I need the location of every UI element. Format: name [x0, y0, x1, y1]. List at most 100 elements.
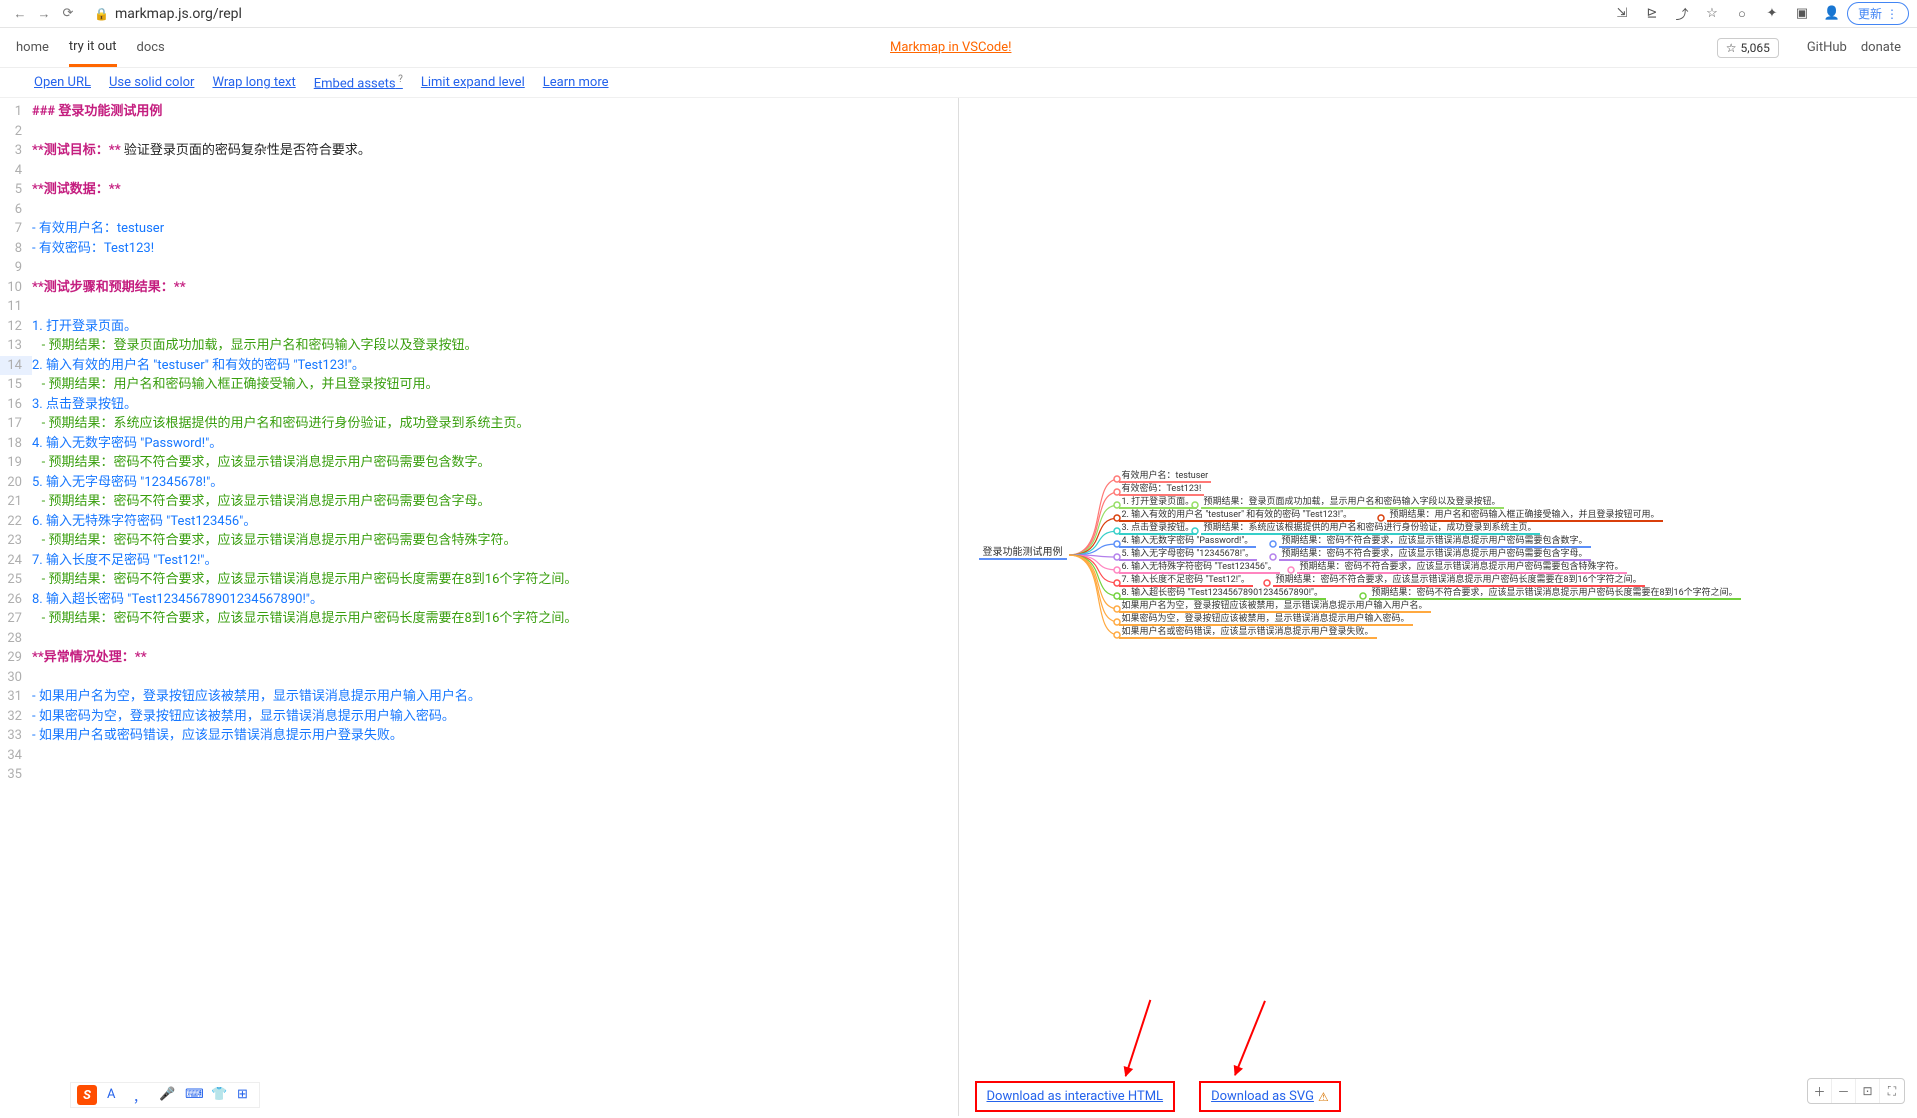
- translate-icon[interactable]: ⊵: [1643, 5, 1661, 23]
- extensions-icon[interactable]: ✦: [1763, 5, 1781, 23]
- line-code: - 预期结果：用户名和密码输入框正确接受输入，并且登录按钮可用。: [32, 375, 958, 395]
- editor-line[interactable]: 184. 输入无数字密码 "Password!"。: [0, 434, 958, 454]
- download-svg-link[interactable]: Download as SVG: [1211, 1089, 1314, 1104]
- editor-line[interactable]: 15 - 预期结果：用户名和密码输入框正确接受输入，并且登录按钮可用。: [0, 375, 958, 395]
- share-icon[interactable]: ⤴: [1673, 5, 1691, 23]
- line-number: 5: [0, 180, 32, 200]
- editor-line[interactable]: 25 - 预期结果：密码不符合要求，应该显示错误消息提示用户密码长度需要在8到1…: [0, 570, 958, 590]
- reload-button[interactable]: ⟳: [58, 4, 78, 24]
- letter-a-icon[interactable]: A: [107, 1087, 123, 1103]
- app-header: home try it out docs Markmap in VSCode! …: [0, 28, 1917, 68]
- vscode-link[interactable]: Markmap in VSCode!: [890, 40, 1011, 55]
- editor-line[interactable]: 27 - 预期结果：密码不符合要求，应该显示错误消息提示用户密码长度需要在8到1…: [0, 609, 958, 629]
- editor-line[interactable]: 32- 如果密码为空，登录按钮应该被禁用，显示错误消息提示用户输入密码。: [0, 707, 958, 727]
- github-stars[interactable]: ☆ 5,065: [1717, 38, 1779, 58]
- back-button[interactable]: ←: [10, 4, 30, 24]
- skin-icon[interactable]: 👕: [211, 1087, 227, 1103]
- editor-line[interactable]: 13 - 预期结果：登录页面成功加载，显示用户名和密码输入字段以及登录按钮。: [0, 336, 958, 356]
- editor-content[interactable]: 1### 登录功能测试用例23**测试目标：** 验证登录页面的密码复杂性是否符…: [0, 98, 958, 1116]
- line-number: 14: [0, 356, 32, 376]
- mindmap-root-node[interactable]: 登录功能测试用例: [979, 543, 1067, 560]
- line-code: 3. 点击登录按钮。: [32, 395, 958, 415]
- editor-line[interactable]: 142. 输入有效的用户名 "testuser" 和有效的密码 "Test123…: [0, 356, 958, 376]
- editor-line[interactable]: 33- 如果用户名或密码错误，应该显示错误消息提示用户登录失败。: [0, 726, 958, 746]
- editor-line[interactable]: 8- 有效密码：Test123!: [0, 239, 958, 259]
- editor-line[interactable]: 34: [0, 746, 958, 766]
- line-code: **测试数据：**: [32, 180, 958, 200]
- forward-button[interactable]: →: [34, 4, 54, 24]
- wrap-text-link[interactable]: Wrap long text: [212, 75, 295, 90]
- panel-icon[interactable]: ▣: [1793, 5, 1811, 23]
- editor-line[interactable]: 163. 点击登录按钮。: [0, 395, 958, 415]
- editor-line[interactable]: 29**异常情况处理：**: [0, 648, 958, 668]
- mindmap-canvas[interactable]: 登录功能测试用例 有效用户名：testuser有效密码：Test123!1. 打…: [959, 98, 1917, 1116]
- line-number: 25: [0, 570, 32, 590]
- editor-line[interactable]: 7- 有效用户名：testuser: [0, 219, 958, 239]
- profile-icon[interactable]: 👤: [1823, 5, 1841, 23]
- editor-line[interactable]: 11: [0, 297, 958, 317]
- line-code: - 预期结果：密码不符合要求，应该显示错误消息提示用户密码长度需要在8到16个字…: [32, 609, 958, 629]
- solid-color-link[interactable]: Use solid color: [109, 75, 194, 90]
- editor-line[interactable]: 28: [0, 629, 958, 649]
- line-number: 18: [0, 434, 32, 454]
- line-number: 7: [0, 219, 32, 239]
- editor-line[interactable]: 247. 输入长度不足密码 "Test12!"。: [0, 551, 958, 571]
- editor-line[interactable]: 9: [0, 258, 958, 278]
- download-html-link[interactable]: Download as interactive HTML: [987, 1089, 1164, 1104]
- editor-line[interactable]: 17 - 预期结果：系统应该根据提供的用户名和密码进行身份验证，成功登录到系统主…: [0, 414, 958, 434]
- donate-link[interactable]: donate: [1861, 40, 1901, 55]
- editor-line[interactable]: 226. 输入无特殊字符密码 "Test123456"。: [0, 512, 958, 532]
- editor-line[interactable]: 4: [0, 161, 958, 181]
- line-number: 15: [0, 375, 32, 395]
- line-number: 22: [0, 512, 32, 532]
- line-number: 31: [0, 687, 32, 707]
- tab-home[interactable]: home: [16, 30, 49, 65]
- editor-line[interactable]: 2: [0, 122, 958, 142]
- update-button[interactable]: 更新 ⋮: [1847, 2, 1909, 25]
- editor-line[interactable]: 19 - 预期结果：密码不符合要求，应该显示错误消息提示用户密码需要包含数字。: [0, 453, 958, 473]
- editor-line[interactable]: 35: [0, 765, 958, 785]
- editor-line[interactable]: 23 - 预期结果：密码不符合要求，应该显示错误消息提示用户密码需要包含特殊字符…: [0, 531, 958, 551]
- line-number: 16: [0, 395, 32, 415]
- line-code: **测试步骤和预期结果：**: [32, 278, 958, 298]
- grid-icon[interactable]: ⊞: [237, 1087, 253, 1103]
- line-code: - 预期结果：密码不符合要求，应该显示错误消息提示用户密码需要包含特殊字符。: [32, 531, 958, 551]
- editor-line[interactable]: 268. 输入超长密码 "Test12345678901234567890!"。: [0, 590, 958, 610]
- editor-line[interactable]: 205. 输入无字母密码 "12345678!"。: [0, 473, 958, 493]
- learn-more-link[interactable]: Learn more: [543, 75, 609, 90]
- editor-line[interactable]: 3**测试目标：** 验证登录页面的密码复杂性是否符合要求。: [0, 141, 958, 161]
- editor-line[interactable]: 6: [0, 200, 958, 220]
- editor-line[interactable]: 10**测试步骤和预期结果：**: [0, 278, 958, 298]
- keyboard-icon[interactable]: ⌨: [185, 1087, 201, 1103]
- editor-line[interactable]: 30: [0, 668, 958, 688]
- open-url-link[interactable]: Open URL: [34, 75, 91, 90]
- line-number: 17: [0, 414, 32, 434]
- line-number: 19: [0, 453, 32, 473]
- sogou-icon[interactable]: S: [77, 1085, 97, 1105]
- github-link[interactable]: GitHub: [1807, 40, 1847, 55]
- circle-icon[interactable]: ○: [1733, 5, 1751, 23]
- mic-icon[interactable]: 🎤: [159, 1087, 175, 1103]
- editor-line[interactable]: 121. 打开登录页面。: [0, 317, 958, 337]
- line-number: 23: [0, 531, 32, 551]
- line-number: 20: [0, 473, 32, 493]
- address-bar[interactable]: 🔒 markmap.js.org/repl: [94, 6, 242, 22]
- tab-try-it-out[interactable]: try it out: [69, 29, 117, 67]
- editor-line[interactable]: 1### 登录功能测试用例: [0, 102, 958, 122]
- tab-docs[interactable]: docs: [137, 30, 165, 65]
- install-icon[interactable]: ⇲: [1613, 5, 1631, 23]
- editor-line[interactable]: 5**测试数据：**: [0, 180, 958, 200]
- line-code: - 如果用户名为空，登录按钮应该被禁用，显示错误消息提示用户输入用户名。: [32, 687, 958, 707]
- bookmark-icon[interactable]: ☆: [1703, 5, 1721, 23]
- punct-icon[interactable]: ，: [133, 1087, 149, 1103]
- line-code: **测试目标：** 验证登录页面的密码复杂性是否符合要求。: [32, 141, 958, 161]
- mindmap-node[interactable]: 如果用户名或密码错误，应该显示错误消息提示用户登录失败。: [1119, 624, 1377, 639]
- update-label: 更新: [1858, 5, 1882, 22]
- editor-line[interactable]: 31- 如果用户名为空，登录按钮应该被禁用，显示错误消息提示用户输入用户名。: [0, 687, 958, 707]
- line-code: 8. 输入超长密码 "Test12345678901234567890!"。: [32, 590, 958, 610]
- embed-assets-link[interactable]: Embed assets: [314, 74, 403, 91]
- main-split: 1### 登录功能测试用例23**测试目标：** 验证登录页面的密码复杂性是否符…: [0, 98, 1917, 1116]
- editor-line[interactable]: 21 - 预期结果：密码不符合要求，应该显示错误消息提示用户密码需要包含字母。: [0, 492, 958, 512]
- limit-expand-link[interactable]: Limit expand level: [421, 75, 525, 90]
- line-number: 11: [0, 297, 32, 317]
